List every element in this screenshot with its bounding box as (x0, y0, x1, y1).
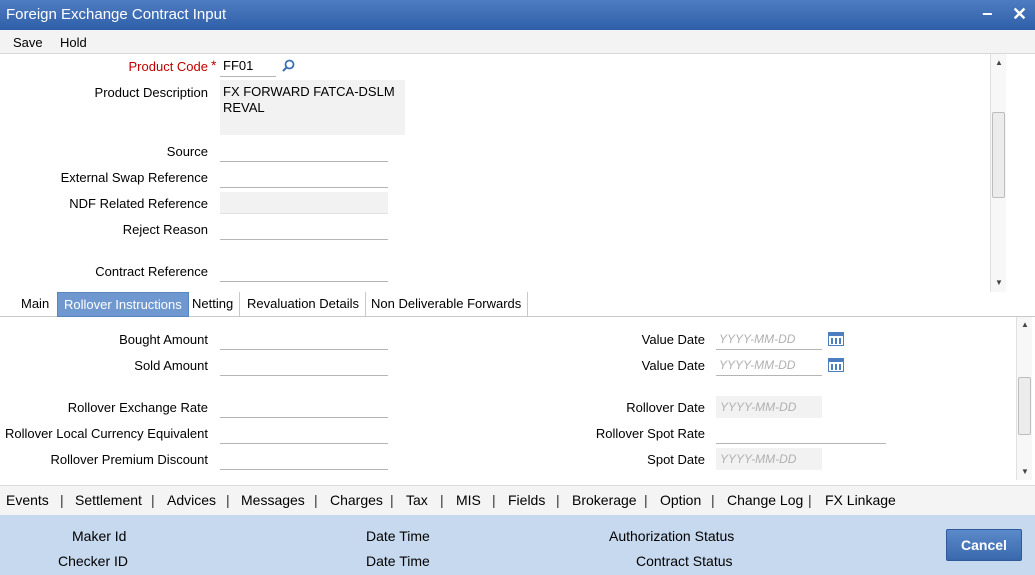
rollover-local-currency-equivalent-label: Rollover Local Currency Equivalent (4, 426, 208, 441)
subsystem-links-bar: Events | Settlement | Advices | Messages… (0, 485, 1035, 515)
external-swap-reference-field[interactable] (220, 166, 388, 188)
spot-date-label: Spot Date (647, 452, 705, 467)
scroll-down-arrow-icon[interactable]: ▼ (995, 278, 1003, 287)
advices-link[interactable]: Advices (167, 492, 216, 508)
brokerage-link[interactable]: Brokerage (572, 492, 637, 508)
scroll-up-arrow-icon[interactable]: ▲ (995, 58, 1003, 67)
close-button[interactable]: ✕ (1012, 0, 1027, 28)
tab-panel-scrollbar[interactable]: ▲ ▼ (1016, 317, 1032, 480)
product-description-field: FX FORWARD FATCA-DSLM REVAL (220, 80, 405, 135)
messages-link[interactable]: Messages (241, 492, 305, 508)
change-log-link[interactable]: Change Log (727, 492, 803, 508)
external-swap-reference-label: External Swap Reference (60, 170, 208, 185)
mis-link[interactable]: MIS (456, 492, 481, 508)
bought-amount-field[interactable] (220, 328, 388, 350)
product-description-label: Product Description (94, 85, 208, 100)
checker-date-time-label: Date Time (366, 553, 430, 569)
required-mark: * (211, 57, 217, 73)
window-title: Foreign Exchange Contract Input (6, 6, 227, 23)
tab-netting[interactable]: Netting (186, 292, 241, 317)
tab-scroll-down-arrow-icon[interactable]: ▼ (1021, 467, 1029, 476)
link-separator: | (808, 492, 812, 508)
authorization-status-label: Authorization Status (609, 528, 735, 544)
rollover-date-field: YYYY-MM-DD (716, 396, 822, 418)
link-separator: | (644, 492, 648, 508)
maker-date-time-label: Date Time (366, 528, 430, 544)
rollover-spot-rate-label: Rollover Spot Rate (595, 426, 705, 441)
value-date-placeholder: YYYY-MM-DD (719, 332, 796, 346)
audit-status-bar: Maker Id Checker ID Date Time Date Time … (0, 515, 1035, 575)
tab-bar: Main Rollover Instructions Netting Reval… (0, 292, 1035, 317)
value-date-label: Value Date (641, 332, 705, 347)
link-separator: | (492, 492, 496, 508)
tab-panel-scrollbar-thumb[interactable] (1018, 377, 1031, 435)
link-separator: | (314, 492, 318, 508)
charges-link[interactable]: Charges (330, 492, 383, 508)
value-date-field[interactable]: YYYY-MM-DD (716, 328, 822, 350)
rollover-date-label: Rollover Date (626, 400, 705, 415)
reject-reason-label: Reject Reason (122, 222, 208, 237)
rollover-premium-discount-field[interactable] (220, 448, 388, 470)
cancel-button[interactable]: Cancel (946, 529, 1022, 561)
link-separator: | (440, 492, 444, 508)
minimize-button[interactable]: − (982, 0, 993, 28)
contract-status-label: Contract Status (636, 553, 733, 569)
search-icon[interactable] (282, 59, 295, 72)
hold-menu-item[interactable]: Hold (60, 35, 87, 50)
value-date-placeholder-2: YYYY-MM-DD (719, 358, 796, 372)
link-separator: | (711, 492, 715, 508)
tab-rollover-instructions[interactable]: Rollover Instructions (57, 292, 189, 317)
product-description-line1: FX FORWARD FATCA-DSLM (223, 84, 395, 99)
value-date-label-2: Value Date (641, 358, 705, 373)
sold-amount-field[interactable] (220, 354, 388, 376)
bought-amount-label: Bought Amount (119, 332, 208, 347)
link-separator: | (60, 492, 64, 508)
link-separator: | (226, 492, 230, 508)
product-code-field[interactable]: FF01 (220, 55, 276, 77)
link-separator: | (151, 492, 155, 508)
link-separator: | (390, 492, 394, 508)
calendar-icon-2[interactable] (828, 358, 844, 372)
contract-reference-field[interactable] (220, 260, 388, 282)
fields-link[interactable]: Fields (508, 492, 545, 508)
product-code-label: Product Code (128, 59, 209, 74)
tax-link[interactable]: Tax (406, 492, 428, 508)
calendar-icon[interactable] (828, 332, 844, 346)
save-menu-item[interactable]: Save (13, 35, 43, 50)
window-title-bar: Foreign Exchange Contract Input (0, 0, 1035, 30)
header-scrollbar-thumb[interactable] (992, 112, 1005, 198)
link-separator: | (556, 492, 560, 508)
rollover-local-currency-equivalent-field[interactable] (220, 422, 388, 444)
rollover-exchange-rate-label: Rollover Exchange Rate (67, 400, 208, 415)
tab-scroll-up-arrow-icon[interactable]: ▲ (1021, 320, 1029, 329)
value-date-field-2[interactable]: YYYY-MM-DD (716, 354, 822, 376)
tab-non-deliverable-forwards[interactable]: Non Deliverable Forwards (365, 292, 529, 317)
reject-reason-field[interactable] (220, 218, 388, 240)
rollover-spot-rate-field[interactable] (716, 422, 886, 444)
tab-main[interactable]: Main (15, 292, 55, 317)
ndf-related-reference-label: NDF Related Reference (69, 196, 208, 211)
ndf-related-reference-field (220, 192, 388, 214)
contract-reference-label: Contract Reference (95, 264, 208, 279)
option-link[interactable]: Option (660, 492, 701, 508)
header-scrollbar[interactable]: ▲ ▼ (990, 54, 1006, 292)
product-description-line2: REVAL (223, 100, 265, 115)
menu-bar: Save Hold (0, 30, 1035, 54)
source-field[interactable] (220, 140, 388, 162)
spot-date-field: YYYY-MM-DD (716, 448, 822, 470)
fx-linkage-link[interactable]: FX Linkage (825, 492, 896, 508)
checker-id-label: Checker ID (58, 553, 129, 569)
maker-id-label: Maker Id (72, 528, 127, 544)
settlement-link[interactable]: Settlement (75, 492, 142, 508)
sold-amount-label: Sold Amount (134, 358, 208, 373)
tab-revaluation-details[interactable]: Revaluation Details (241, 292, 367, 317)
rollover-premium-discount-label: Rollover Premium Discount (50, 452, 209, 467)
source-label: Source (166, 144, 208, 159)
events-link[interactable]: Events (6, 492, 49, 508)
rollover-exchange-rate-field[interactable] (220, 396, 388, 418)
